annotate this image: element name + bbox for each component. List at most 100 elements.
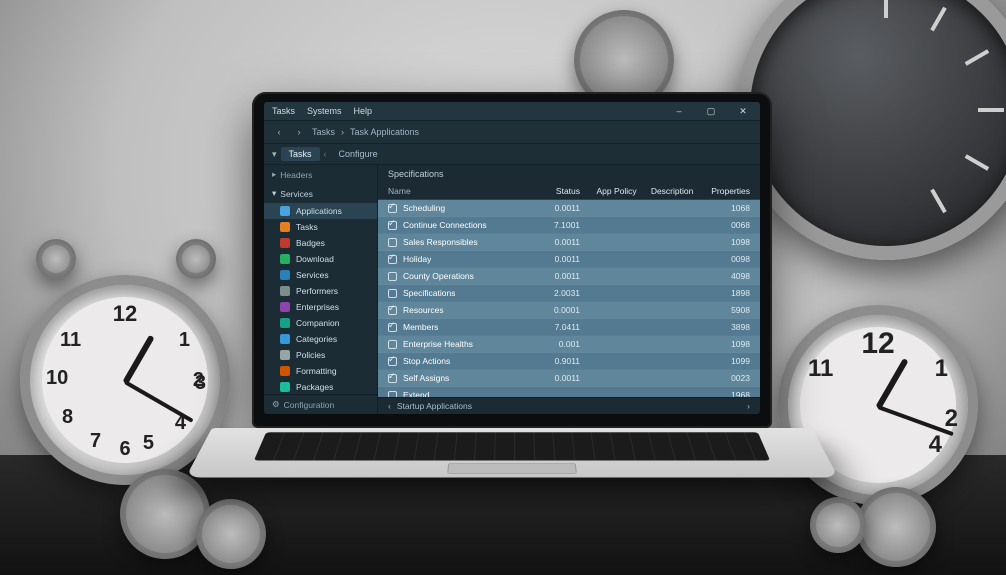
sidebar-header-label: Headers bbox=[280, 170, 312, 180]
toolbar: ‹ › Tasks › Task Applications bbox=[264, 121, 760, 144]
row-checkbox[interactable] bbox=[388, 204, 397, 213]
alarm-bell-right bbox=[176, 239, 216, 279]
row-name: Resources bbox=[403, 305, 444, 315]
row-value: 7.0411 bbox=[535, 322, 580, 332]
table-row[interactable]: County Operations0.00114098 bbox=[378, 268, 760, 285]
sidebar-section-label: Services bbox=[280, 189, 313, 199]
chevron-right-icon: ▸ bbox=[272, 169, 276, 180]
row-name: Members bbox=[403, 322, 438, 332]
sidebar-item-icon bbox=[280, 286, 290, 296]
row-checkbox[interactable] bbox=[388, 374, 397, 383]
row-checkbox[interactable] bbox=[388, 306, 397, 315]
sidebar-item-categories[interactable]: Categories bbox=[264, 331, 377, 347]
sidebar-item-services[interactable]: Services bbox=[264, 267, 377, 283]
nav-forward-button[interactable]: › bbox=[292, 125, 306, 139]
sidebar-item-label: Badges bbox=[296, 238, 325, 248]
sidebar-header: ▸ Headers bbox=[264, 165, 377, 184]
sidebar-footer[interactable]: ⚙ Configuration bbox=[264, 394, 377, 414]
row-checkbox[interactable] bbox=[388, 238, 397, 247]
sidebar-item-label: Companion bbox=[296, 318, 339, 328]
col-app-policy[interactable]: App Policy bbox=[584, 186, 637, 196]
sidebar: ▸ Headers ▾ Services ApplicationsTasks Ba… bbox=[264, 165, 378, 414]
laptop-keyboard bbox=[186, 428, 839, 478]
row-value: 1068 bbox=[697, 203, 750, 213]
sidebar-item-icon bbox=[280, 254, 290, 264]
sidebar-item-companion[interactable]: Companion bbox=[264, 315, 377, 331]
sidebar-item-icon bbox=[280, 222, 290, 232]
menu-tasks[interactable]: Tasks bbox=[272, 106, 295, 116]
sidebar-item-icon bbox=[280, 350, 290, 360]
sidebar-item-download[interactable]: Download bbox=[264, 251, 377, 267]
sidebar-item-label: Services bbox=[296, 270, 329, 280]
row-checkbox[interactable] bbox=[388, 272, 397, 281]
nav-back-button[interactable]: ‹ bbox=[272, 125, 286, 139]
row-checkbox[interactable] bbox=[388, 323, 397, 332]
statusbar-chevron-right-icon[interactable]: › bbox=[747, 401, 750, 411]
col-properties[interactable]: Properties bbox=[697, 186, 750, 196]
sidebar-item-tasks[interactable]: Tasks bbox=[264, 219, 377, 235]
sidebar-item-performers[interactable]: Performers bbox=[264, 283, 377, 299]
sidebar-item-icon bbox=[280, 238, 290, 248]
row-checkbox[interactable] bbox=[388, 357, 397, 366]
alarm-bell-left bbox=[36, 239, 76, 279]
table-body: Scheduling0.00111068Continue Connections… bbox=[378, 200, 760, 397]
table-row[interactable]: Scheduling0.00111068 bbox=[378, 200, 760, 217]
sidebar-item-formatting[interactable]: Formatting bbox=[264, 363, 377, 379]
row-checkbox[interactable] bbox=[388, 340, 397, 349]
sidebar-item-badges[interactable]: Badges bbox=[264, 235, 377, 251]
row-value: 1898 bbox=[697, 288, 750, 298]
menu-systems[interactable]: Systems bbox=[307, 106, 342, 116]
row-value: 0.0011 bbox=[535, 237, 580, 247]
menu-help[interactable]: Help bbox=[354, 106, 373, 116]
sidebar-item-label: Download bbox=[296, 254, 334, 264]
window-maximize-button[interactable]: ▢ bbox=[702, 105, 720, 117]
row-checkbox[interactable] bbox=[388, 289, 397, 298]
row-name: Holiday bbox=[403, 254, 431, 264]
table-row[interactable]: Members7.04113898 bbox=[378, 319, 760, 336]
table-row[interactable]: Self Assigns0.00110023 bbox=[378, 370, 760, 387]
table-row[interactable]: Holiday0.00110098 bbox=[378, 251, 760, 268]
window-minimize-button[interactable]: – bbox=[670, 105, 688, 117]
sidebar-item-policies[interactable]: Policies bbox=[264, 347, 377, 363]
sidebar-item-icon bbox=[280, 206, 290, 216]
table-row[interactable]: Specifications2.00311898 bbox=[378, 285, 760, 302]
col-description[interactable]: Description bbox=[641, 186, 694, 196]
row-value: 0.0011 bbox=[535, 271, 580, 281]
sidebar-item-enterprises[interactable]: Enterprises bbox=[264, 299, 377, 315]
gear-icon: ⚙ bbox=[272, 399, 280, 410]
main-panel: Specifications Name Status App Policy De… bbox=[378, 165, 760, 414]
row-name: Stop Actions bbox=[403, 356, 450, 366]
col-status[interactable]: Status bbox=[535, 186, 580, 196]
tab-configure[interactable]: Configure bbox=[331, 147, 386, 161]
row-name: Enterprise Healths bbox=[403, 339, 473, 349]
breadcrumb-root[interactable]: Tasks bbox=[312, 127, 335, 137]
table-row[interactable]: Continue Connections7.10010068 bbox=[378, 217, 760, 234]
row-value: 0.001 bbox=[535, 339, 580, 349]
window-close-button[interactable]: ✕ bbox=[734, 105, 752, 117]
row-checkbox[interactable] bbox=[388, 391, 397, 398]
row-checkbox[interactable] bbox=[388, 221, 397, 230]
breadcrumb-leaf[interactable]: Task Applications bbox=[350, 127, 419, 137]
row-name: Extend bbox=[403, 390, 429, 397]
keyboard-keys bbox=[254, 432, 770, 460]
table-row[interactable]: Stop Actions0.90111099 bbox=[378, 353, 760, 370]
subtab-chevron-icon: ▾ bbox=[272, 149, 277, 160]
sidebar-section[interactable]: ▾ Services bbox=[264, 184, 377, 203]
row-checkbox[interactable] bbox=[388, 255, 397, 264]
table-row[interactable]: Extend 1968 bbox=[378, 387, 760, 397]
table-row[interactable]: Enterprise Healths0.0011098 bbox=[378, 336, 760, 353]
sidebar-item-applications[interactable]: Applications bbox=[264, 203, 377, 219]
tab-tasks[interactable]: Tasks bbox=[281, 147, 320, 161]
statusbar-chevron-left-icon[interactable]: ‹ bbox=[388, 401, 391, 411]
col-name[interactable]: Name bbox=[388, 186, 531, 196]
wall-clock-dark bbox=[736, 0, 1006, 260]
sidebar-item-icon bbox=[280, 366, 290, 376]
table-row[interactable]: Sales Responsibles0.00111098 bbox=[378, 234, 760, 251]
statusbar-label: Startup Applications bbox=[397, 401, 472, 411]
sidebar-item-packages[interactable]: Packages bbox=[264, 379, 377, 394]
table-header: Name Status App Policy Description Prope… bbox=[378, 183, 760, 200]
table-row[interactable]: Resources0.00015908 bbox=[378, 302, 760, 319]
menu-bar: Tasks Systems Help – ▢ ✕ bbox=[264, 102, 760, 121]
laptop-screen-bezel: Tasks Systems Help – ▢ ✕ ‹ › Tasks › Tas… bbox=[252, 92, 772, 428]
row-value: 1968 bbox=[697, 390, 750, 397]
